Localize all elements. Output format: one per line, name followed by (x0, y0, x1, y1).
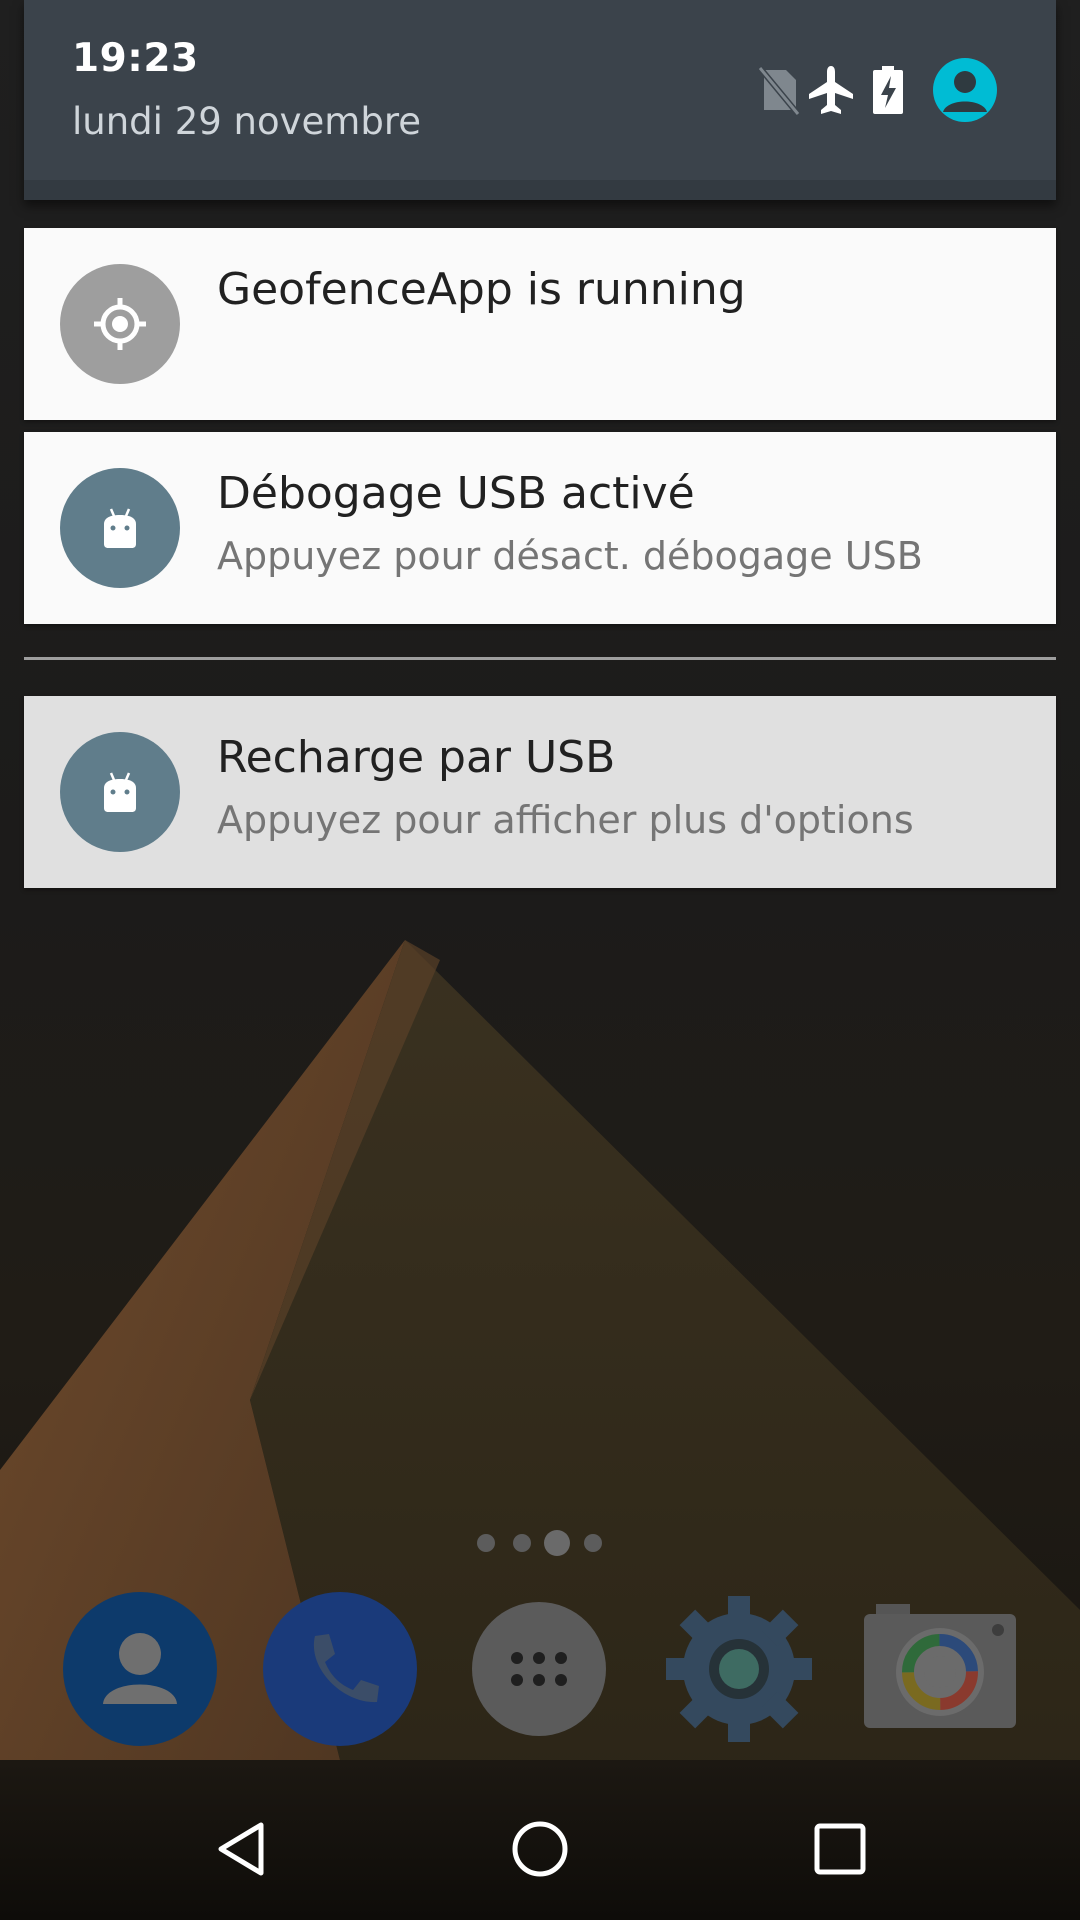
page-indicator (475, 1528, 605, 1558)
header-strip (24, 180, 1056, 200)
notification-title: Débogage USB activé (217, 468, 695, 519)
notification-divider (24, 657, 1056, 660)
android-usb-icon (60, 732, 180, 852)
back-button[interactable] (196, 1810, 286, 1888)
notification-text: Appuyez pour afficher plus d'options (217, 798, 914, 842)
recents-button[interactable] (795, 1810, 885, 1888)
notification-text: Appuyez pour désact. débogage USB (217, 534, 923, 578)
contacts-icon[interactable] (63, 1592, 217, 1746)
date: lundi 29 novembre (72, 100, 421, 143)
airplane-mode-icon (807, 64, 855, 116)
camera-icon[interactable] (862, 1592, 1016, 1746)
phone-icon[interactable] (263, 1592, 417, 1746)
notification-usb-debugging[interactable]: Débogage USB activé Appuyez pour désact.… (24, 432, 1056, 624)
no-sim-icon (754, 64, 802, 116)
app-drawer-icon[interactable] (462, 1592, 616, 1746)
notification-geofence[interactable]: GeofenceApp is running (24, 228, 1056, 420)
notification-title: GeofenceApp is running (217, 264, 746, 315)
android-debug-icon (60, 468, 180, 588)
notification-title: Recharge par USB (217, 732, 616, 783)
home-button[interactable] (495, 1810, 585, 1888)
notification-usb-charging[interactable]: Recharge par USB Appuyez pour afficher p… (24, 696, 1056, 888)
clock: 19:23 (72, 36, 199, 81)
battery-charging-icon (864, 64, 912, 116)
status-header[interactable]: 19:23 lundi 29 novembre (24, 0, 1056, 200)
user-avatar-icon[interactable] (933, 58, 997, 122)
location-target-icon (60, 264, 180, 384)
settings-icon[interactable] (662, 1592, 816, 1746)
